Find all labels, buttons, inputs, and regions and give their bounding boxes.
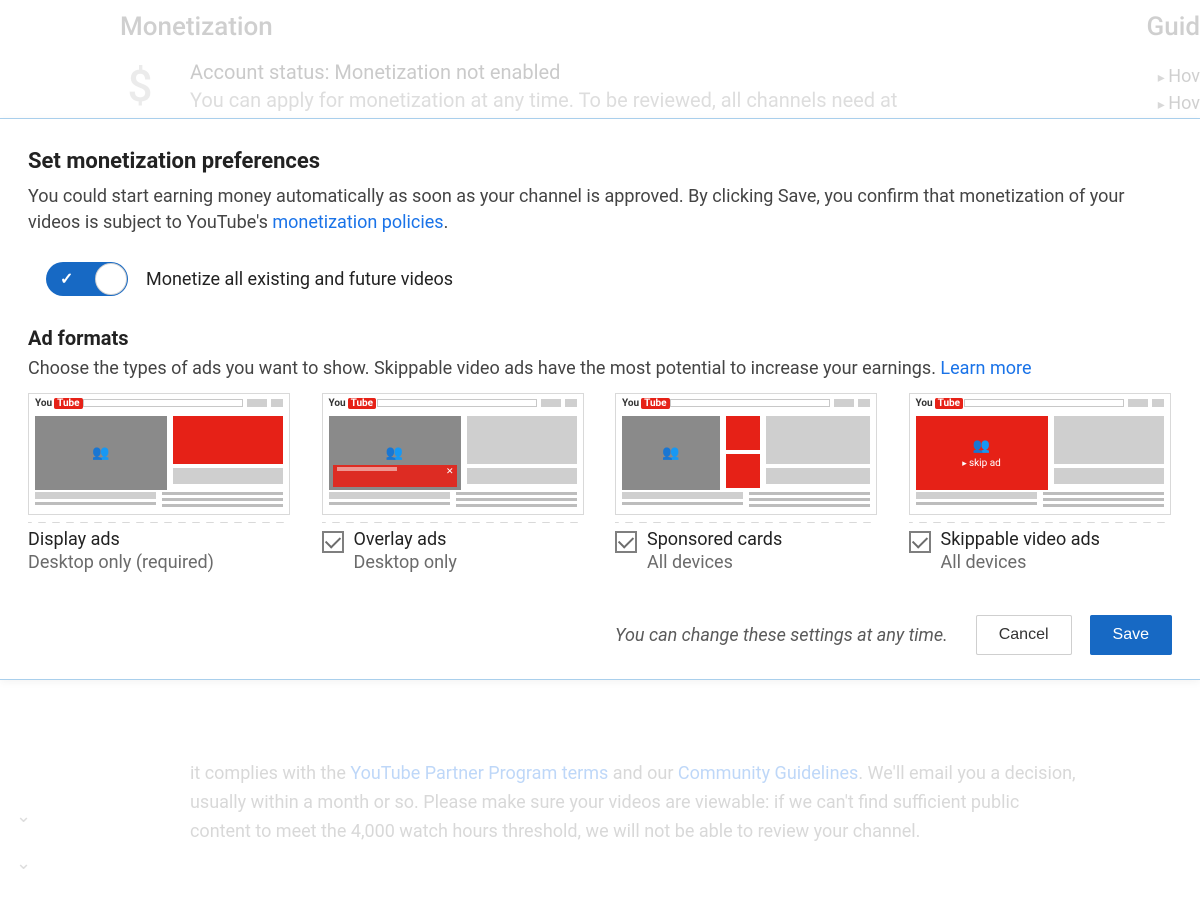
account-status-text: Account status: Monetization not enabled	[190, 60, 897, 84]
overlay-ads-checkbox[interactable]	[322, 531, 344, 553]
dollar-icon: $	[120, 64, 160, 112]
footer-note: You can change these settings at any tim…	[615, 625, 948, 646]
video-player-icon: 👥 ✕	[329, 416, 461, 490]
sponsored-cards-checkbox[interactable]	[615, 531, 637, 553]
close-icon: ✕	[446, 467, 454, 477]
ad-formats-heading: Ad formats	[28, 326, 1172, 350]
sidebar-heading: Guid	[1147, 12, 1200, 42]
modal-heading: Set monetization preferences	[28, 149, 1172, 174]
ad-format-title: Sponsored cards	[647, 529, 782, 550]
cancel-button[interactable]: Cancel	[976, 615, 1072, 655]
page-title: Monetization	[120, 12, 1180, 42]
ad-format-sponsored-cards: YouTube 👥 Sponsored cards	[615, 393, 879, 573]
save-button[interactable]: Save	[1090, 615, 1172, 655]
collapse-chevrons: ⌄ ⌄	[16, 780, 31, 900]
ad-formats-description: Choose the types of ads you want to show…	[28, 358, 1172, 379]
ad-format-display-ads: YouTube 👥 Display ads Desktop only (requ…	[28, 393, 292, 573]
ad-format-skippable-video-ads: YouTube 👥 skip ad Skippable	[909, 393, 1173, 573]
ad-formats-grid: YouTube 👥 Display ads Desktop only (requ…	[28, 393, 1172, 573]
ad-thumbnail: YouTube 👥 ✕	[322, 393, 584, 515]
background-bottom-text: it complies with the YouTube Partner Pro…	[190, 760, 1080, 846]
right-link-list: Hov Hov	[1158, 60, 1200, 120]
ad-format-subtitle: Desktop only	[354, 552, 457, 573]
skip-ad-label: skip ad	[962, 458, 1001, 469]
monetization-policies-link[interactable]: monetization policies	[272, 212, 443, 233]
display-ad-highlight	[173, 416, 283, 464]
ad-thumbnail: YouTube 👥	[615, 393, 877, 515]
ad-format-subtitle: All devices	[647, 552, 782, 573]
ad-thumbnail: YouTube 👥 skip ad	[909, 393, 1171, 515]
video-player-icon: 👥	[622, 416, 720, 490]
monetize-all-label: Monetize all existing and future videos	[146, 269, 453, 290]
ad-format-title: Skippable video ads	[941, 529, 1100, 550]
ad-format-title: Display ads	[28, 529, 214, 550]
right-link-item: Hov	[1158, 93, 1200, 114]
sponsored-cards-highlight	[726, 416, 760, 490]
ad-format-title: Overlay ads	[354, 529, 457, 550]
video-player-icon: 👥	[35, 416, 167, 490]
monetize-all-toggle[interactable]: ✓	[46, 262, 128, 296]
right-link-item: Hov	[1158, 66, 1200, 87]
monetization-preferences-modal: Set monetization preferences You could s…	[0, 118, 1200, 680]
ad-thumbnail: YouTube 👥	[28, 393, 290, 515]
learn-more-link[interactable]: Learn more	[940, 358, 1031, 379]
skippable-video-ads-checkbox[interactable]	[909, 531, 931, 553]
check-icon: ✓	[60, 269, 73, 288]
community-guidelines-link: Community Guidelines	[678, 763, 858, 784]
overlay-ad-highlight: ✕	[333, 465, 457, 487]
toggle-knob	[95, 263, 127, 295]
chevron-down-icon: ⌄	[16, 806, 31, 827]
account-status-subtext: You can apply for monetization at any ti…	[190, 88, 897, 112]
ad-format-subtitle: All devices	[941, 552, 1100, 573]
ad-format-overlay-ads: YouTube 👥 ✕ Overlay ads	[322, 393, 586, 573]
modal-footer: You can change these settings at any tim…	[28, 615, 1172, 655]
partner-terms-link: YouTube Partner Program terms	[350, 763, 608, 784]
skippable-ad-highlight: 👥 skip ad	[916, 416, 1048, 490]
ad-format-subtitle: Desktop only (required)	[28, 552, 214, 573]
modal-description: You could start earning money automatica…	[28, 184, 1172, 236]
chevron-down-icon: ⌄	[16, 853, 31, 874]
